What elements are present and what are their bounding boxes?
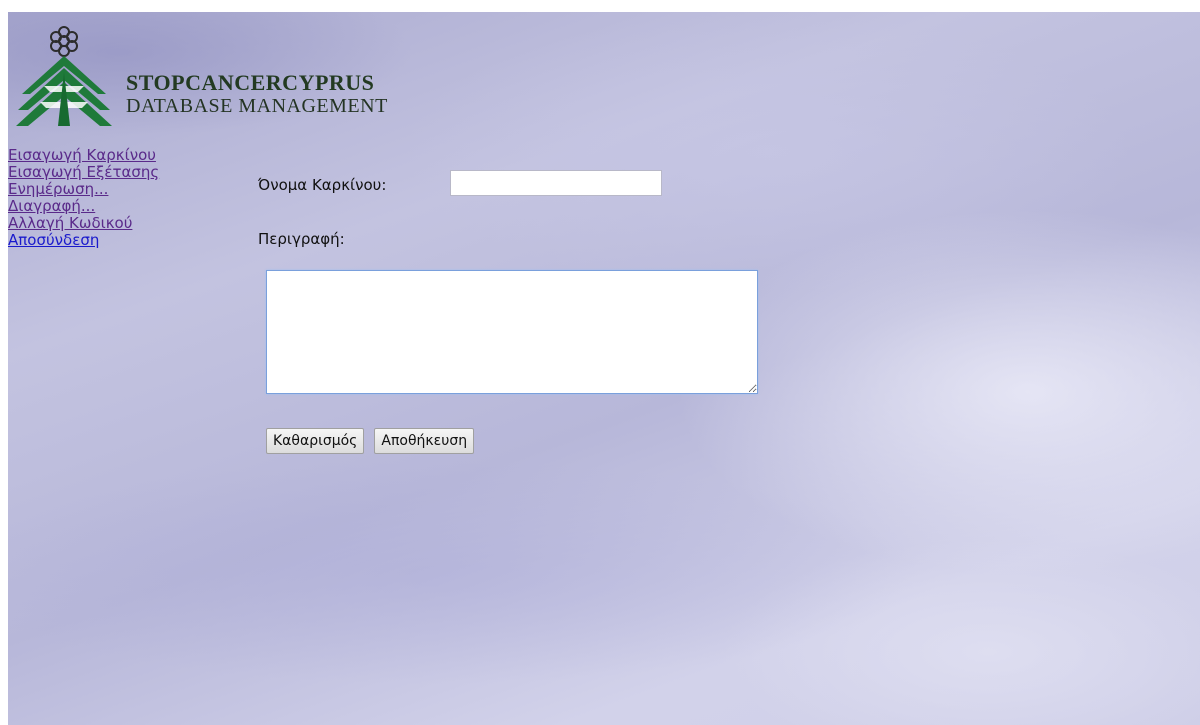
clear-button[interactable]: Καθαρισμός bbox=[266, 428, 365, 454]
nav-link-change-password[interactable]: Αλλαγή Κωδικού bbox=[8, 215, 159, 232]
nav-link-logout[interactable]: Αποσύνδεση bbox=[8, 232, 159, 249]
form-buttons: Καθαρισμός Αποθήκευση bbox=[266, 428, 484, 454]
nav-link-insert-exam[interactable]: Εισαγωγή Εξέτασης bbox=[8, 164, 159, 181]
nav-link-delete[interactable]: Διαγραφή... bbox=[8, 198, 159, 215]
stopcancercyprus-logo: STOPCANCERCYPRUS DATABASE MANAGEMENT bbox=[12, 22, 432, 132]
page-background: STOPCANCERCYPRUS DATABASE MANAGEMENT Εισ… bbox=[8, 12, 1200, 725]
save-button[interactable]: Αποθήκευση bbox=[374, 428, 475, 454]
logo-text: STOPCANCERCYPRUS DATABASE MANAGEMENT bbox=[126, 70, 388, 117]
cancer-name-label: Όνομα Καρκίνου: bbox=[258, 176, 387, 194]
description-label: Περιγραφή: bbox=[258, 230, 345, 248]
logo-subtitle: DATABASE MANAGEMENT bbox=[126, 95, 388, 117]
nav-link-update[interactable]: Ενημέρωση... bbox=[8, 181, 159, 198]
nav-link-insert-cancer[interactable]: Εισαγωγή Καρκίνου bbox=[8, 147, 159, 164]
description-textarea[interactable] bbox=[266, 270, 758, 394]
cancer-name-input[interactable] bbox=[450, 170, 662, 196]
sidebar-nav: Εισαγωγή Καρκίνου Εισαγωγή Εξέτασης Ενημ… bbox=[8, 147, 159, 249]
tree-logo-icon bbox=[16, 26, 112, 126]
logo-title: STOPCANCERCYPRUS bbox=[126, 70, 375, 95]
